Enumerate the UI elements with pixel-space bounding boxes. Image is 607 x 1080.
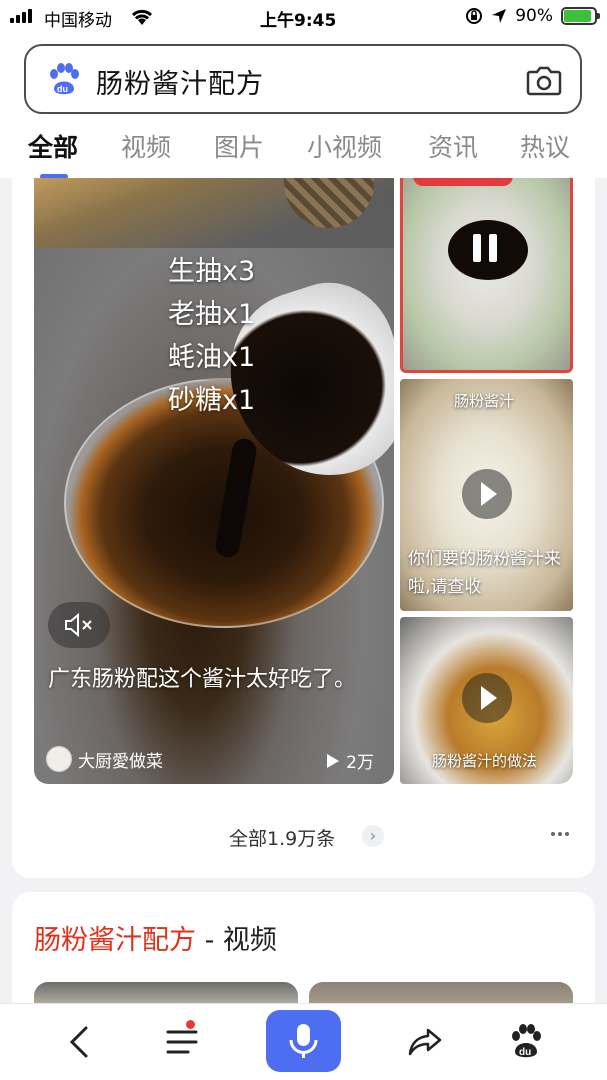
status-bar: 中国移动 上午9:45 90% xyxy=(0,0,607,36)
tab-images[interactable]: 图片 xyxy=(214,128,264,164)
see-all-row[interactable]: 全部1.9万条 › xyxy=(12,818,595,854)
play-icon[interactable] xyxy=(462,673,512,723)
tab-news[interactable]: 资讯 xyxy=(428,128,478,164)
bottom-toolbar: du xyxy=(0,1003,607,1080)
video-result-card: 生抽x3 老抽x1 蚝油x1 砂糖x1 广东肠粉配这个酱汁太好吃了。 大厨愛做菜… xyxy=(12,178,595,878)
video-author[interactable]: 大厨愛做菜 xyxy=(46,746,163,772)
side-video-2[interactable]: 肠粉酱汁 你们要的肠粉酱汁来啦,请查收 xyxy=(400,379,573,611)
speaker-muted-icon xyxy=(65,612,92,638)
camera-icon[interactable] xyxy=(526,64,562,96)
baidu-paw-icon: du xyxy=(50,63,79,95)
clock: 上午9:45 xyxy=(260,11,337,31)
menu-button[interactable] xyxy=(158,1018,206,1066)
share-icon[interactable] xyxy=(402,1018,450,1066)
battery-percent: 90% xyxy=(515,6,553,26)
side-video-3[interactable]: 肠粉酱汁的做法 xyxy=(400,617,573,784)
orientation-lock-icon xyxy=(466,8,483,24)
tab-bar: 全部 视频 图片 小视频 资讯 热议 xyxy=(0,128,607,172)
tab-discussion[interactable]: 热议 xyxy=(520,128,570,164)
featured-video[interactable]: 生抽x3 老抽x1 蚝油x1 砂糖x1 广东肠粉配这个酱汁太好吃了。 大厨愛做菜… xyxy=(34,178,394,784)
microphone-icon xyxy=(289,1024,318,1058)
section-title[interactable]: 肠粉酱汁配方 - 视频 xyxy=(34,918,277,957)
recipe-overlay: 生抽x3 老抽x1 蚝油x1 砂糖x1 xyxy=(168,256,256,416)
play-count: 2万 xyxy=(326,748,374,773)
menu-icon xyxy=(166,1030,198,1054)
see-all-link[interactable]: 全部1.9万条 xyxy=(229,824,335,851)
svg-text:du: du xyxy=(519,1047,531,1058)
carrier-name: 中国移动 xyxy=(44,11,112,31)
svg-text:du: du xyxy=(57,84,68,94)
tab-short-video[interactable]: 小视频 xyxy=(307,128,382,164)
back-arrow-icon[interactable] xyxy=(56,1018,104,1066)
chevron-right-icon[interactable]: › xyxy=(362,825,384,847)
pause-icon[interactable] xyxy=(465,228,505,268)
wifi-icon xyxy=(131,9,153,25)
play-count-icon xyxy=(327,753,340,768)
tab-video[interactable]: 视频 xyxy=(121,128,171,164)
voice-search-button[interactable] xyxy=(266,1010,341,1072)
play-icon[interactable] xyxy=(462,469,512,519)
avatar xyxy=(46,746,72,772)
side-video-1[interactable] xyxy=(400,178,573,373)
mute-button[interactable] xyxy=(48,602,110,648)
video-title[interactable]: 广东肠粉配这个酱汁太好吃了。 xyxy=(48,660,368,700)
notification-dot xyxy=(186,1020,195,1029)
location-arrow-icon xyxy=(492,9,507,23)
battery-charging-icon xyxy=(561,7,600,25)
search-input[interactable]: 肠粉酱汁配方 xyxy=(96,62,264,101)
search-bar[interactable]: du 肠粉酱汁配方 xyxy=(24,44,582,114)
signal-icon xyxy=(10,9,32,23)
more-options-icon[interactable] xyxy=(551,832,571,838)
baidu-home-icon[interactable]: du xyxy=(502,1018,550,1066)
tab-all[interactable]: 全部 xyxy=(28,128,78,164)
header: du 肠粉酱汁配方 全部 视频 图片 小视频 资讯 热议 xyxy=(0,36,607,179)
